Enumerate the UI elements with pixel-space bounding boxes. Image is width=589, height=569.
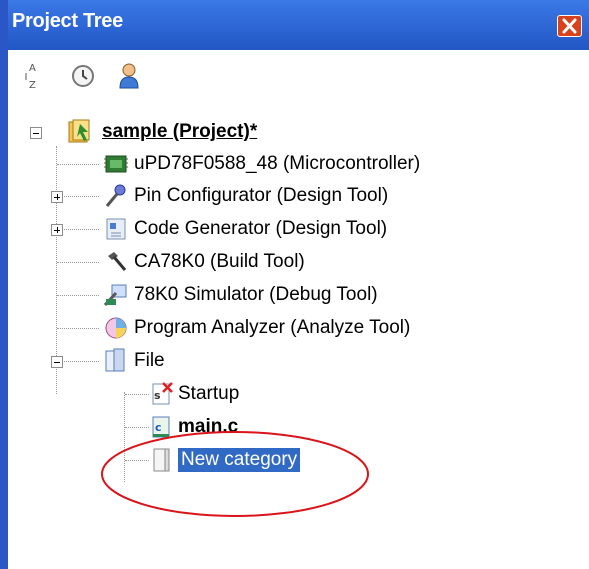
tree-node[interactable]: CA78K0 (Build Tool) — [8, 246, 568, 278]
project-tree-panel: Project Tree A Z sample (Project)* uPD78… — [0, 0, 589, 569]
tree-guide-line — [57, 164, 99, 165]
tree-node[interactable]: Pin Configurator (Design Tool) — [8, 180, 568, 212]
expand-button[interactable] — [51, 224, 63, 236]
project-icon — [68, 119, 90, 143]
pin-configurator-icon — [105, 184, 126, 207]
tree-guide-line — [57, 295, 99, 296]
annotation-ellipse — [101, 431, 369, 517]
tree-node[interactable]: Program Analyzer (Analyze Tool) — [8, 312, 568, 344]
tree-guide-line — [57, 262, 99, 263]
toolbar: A Z — [8, 50, 589, 100]
tree-node-label: Code Generator (Design Tool) — [134, 218, 388, 239]
analyzer-icon — [105, 317, 127, 339]
tree-node-label: CA78K0 (Build Tool) — [134, 251, 305, 272]
tree-guide-line — [57, 361, 99, 362]
panel-left-border — [0, 0, 8, 569]
folder-icon — [105, 348, 125, 372]
tree-node[interactable]: 78K0 Simulator (Debug Tool) — [8, 279, 568, 311]
project-label: sample (Project)* — [102, 121, 258, 142]
tree-node-label: 78K0 Simulator (Debug Tool) — [134, 284, 378, 305]
simulator-icon — [103, 284, 127, 307]
tree-node[interactable]: s Startup — [8, 378, 568, 410]
tree-node[interactable]: Code Generator (Design Tool) — [8, 213, 568, 245]
tree-guide-line — [57, 328, 99, 329]
tree-guide-line — [57, 196, 99, 197]
tree-guide-line — [57, 229, 99, 230]
svg-text:A: A — [29, 63, 36, 74]
title-bar: Project Tree — [0, 0, 589, 50]
svg-text:Z: Z — [29, 80, 36, 91]
tree-node-label: File — [134, 350, 165, 371]
close-button[interactable] — [557, 15, 582, 37]
tree-node[interactable]: uPD78F0588_48 (Microcontroller) — [8, 148, 568, 180]
tree-node-label: Startup — [178, 383, 240, 404]
tree-node[interactable]: File — [8, 345, 568, 377]
hammer-icon — [108, 252, 127, 271]
history-button[interactable] — [66, 58, 100, 92]
collapse-button[interactable] — [51, 356, 63, 368]
sort-alpha-icon: A Z — [25, 63, 36, 91]
tree-node-project[interactable]: sample (Project)* — [8, 116, 568, 148]
user-button[interactable] — [112, 58, 146, 92]
clock-icon — [72, 65, 94, 87]
collapse-button[interactable] — [30, 127, 42, 139]
sort-az-button[interactable]: A Z — [16, 58, 50, 92]
person-icon — [119, 63, 139, 89]
code-generator-icon — [106, 218, 126, 240]
svg-text:s: s — [154, 389, 161, 402]
tree-node-label: uPD78F0588_48 (Microcontroller) — [134, 153, 421, 174]
expand-button[interactable] — [51, 191, 63, 203]
panel-title: Project Tree — [12, 10, 123, 32]
microcontroller-icon — [104, 155, 128, 173]
tree-node-label: Program Analyzer (Analyze Tool) — [134, 317, 411, 338]
tree-node-label: Pin Configurator (Design Tool) — [134, 185, 389, 206]
close-icon — [562, 18, 577, 34]
tree-guide-line — [125, 427, 149, 428]
startup-file-icon: s — [152, 382, 173, 405]
tree-guide-line — [125, 394, 149, 395]
